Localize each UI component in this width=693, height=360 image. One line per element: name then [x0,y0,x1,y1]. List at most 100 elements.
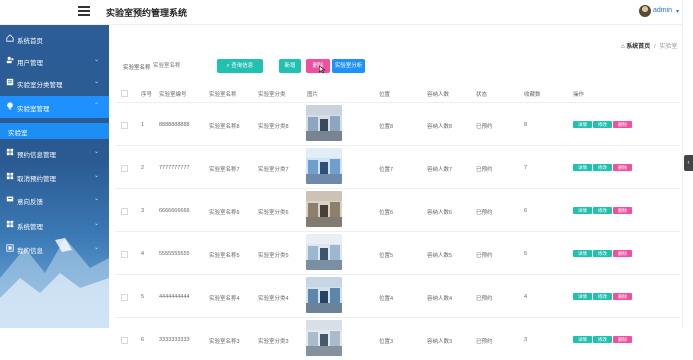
select-all-checkbox[interactable] [121,90,128,97]
cell-location: 位置5 [379,253,394,259]
breadcrumb-separator: / [653,44,656,50]
cell-index: 4 [141,251,145,257]
chevron-up-icon: ⌃ [94,103,100,109]
edit-button[interactable]: 修改 [593,250,612,257]
cell-status: 已预约 [476,124,493,130]
cell-category: 实验室分类3 [258,339,289,345]
side-panel-toggle[interactable]: ‹ [684,155,693,171]
row-checkbox[interactable] [121,251,128,258]
sidebar: 系统首页 用户管理 ⌄ 实验室分类管理 ⌄ 实验室管理 ⌃ 实验室 预约信息管理… [0,25,109,328]
cell-name: 实验室名称7 [209,167,240,173]
sidebar-item-label: 系统首页 [17,38,43,45]
column-header: 容纳人数 [427,92,450,98]
sidebar-item-label: 用户管理 [17,60,43,67]
cell-name: 实验室名称6 [209,210,240,216]
chevron-down-icon: ⌄ [94,57,100,63]
cell-code: 3333333333 [159,337,190,343]
sidebar-subitem-lab[interactable]: 实验室 [0,123,109,139]
add-button[interactable]: 新增 [279,59,301,73]
detail-button[interactable]: 详情 [573,121,592,128]
detail-button[interactable]: 详情 [573,164,592,171]
breadcrumb-current: 实验室 [659,44,678,50]
row-delete-button[interactable]: 删除 [613,121,632,128]
row-checkbox[interactable] [121,122,128,129]
cell-location: 位置7 [379,167,394,173]
detail-button[interactable]: 详情 [573,207,592,214]
cell-code: 7777777777 [159,165,190,171]
menu-toggle-icon[interactable] [78,6,90,16]
sidebar-item-users[interactable]: 用户管理 ⌄ [0,50,109,72]
row-checkbox[interactable] [121,208,128,215]
sidebar-item-home[interactable]: 系统首页 [0,28,109,50]
chevron-down-icon: ⌄ [94,79,100,85]
sidebar-item-system[interactable]: 系统管理 ⌄ [0,214,109,236]
cell-index: 2 [141,165,145,171]
column-header: 序号 [141,92,153,98]
row-checkbox[interactable] [121,165,128,172]
cell-capacity: 容纳人数6 [427,210,453,216]
cell-favorites: 7 [524,165,528,171]
cell-favorites: 3 [524,337,528,343]
chevron-down-icon[interactable]: ▾ [676,8,679,15]
row-delete-button[interactable]: 删除 [613,207,632,214]
cell-name: 实验室名称8 [209,124,240,130]
search-icon: ⌕ [226,63,230,69]
detail-button[interactable]: 详情 [573,293,592,300]
lab-photo [306,191,342,227]
sidebar-item-lab-category[interactable]: 实验室分类管理 ⌄ [0,72,109,94]
edit-button[interactable]: 修改 [593,207,612,214]
detail-button[interactable]: 详情 [573,336,592,343]
row-delete-button[interactable]: 删除 [613,336,632,343]
row-delete-button[interactable]: 删除 [613,293,632,300]
avatar[interactable] [639,5,651,17]
sidebar-item-label: 我的信息 [17,248,43,255]
cell-code: 5555555555 [159,251,190,257]
search-label: 实验室名称 [123,65,151,71]
sidebar-item-label: 实验室管理 [17,106,50,113]
row-checkbox[interactable] [121,337,128,344]
cell-favorites: 8 [524,122,528,128]
search-button[interactable]: ⌕ 查询信息 [217,59,263,73]
system-title: 实验室预约管理系统 [106,8,188,18]
cell-status: 已预约 [476,167,493,173]
user-name[interactable]: admin [653,7,672,14]
search-input[interactable] [153,59,207,73]
top-bar: 实验室预约管理系统 admin ▾ [0,0,693,25]
column-header: 实验室编号 [159,92,187,98]
sidebar-item-cancellations[interactable]: 取消预约管理 ⌄ [0,166,109,188]
cell-status: 已预约 [476,210,493,216]
sidebar-item-profile[interactable]: 我的信息 ⌄ [0,238,109,260]
column-header: 实验室分类 [258,92,286,98]
chevron-down-icon: ⌄ [94,173,100,179]
chevron-down-icon: ⌄ [94,196,100,202]
grid-icon [6,220,14,228]
sidebar-item-reservations[interactable]: 预约信息管理 ⌄ [0,142,109,164]
feedback-icon [6,196,14,202]
sidebar-item-feedback[interactable]: 意向反馈 ⌄ [0,189,109,211]
cell-capacity: 容纳人数4 [427,296,453,302]
stats-button[interactable]: 实验室分析 [332,59,365,73]
row-delete-button[interactable]: 删除 [613,250,632,257]
cell-status: 已预约 [476,296,493,302]
chevron-down-icon: ⌄ [94,149,100,155]
cell-category: 实验室分类4 [258,296,289,302]
cell-capacity: 容纳人数8 [427,124,453,130]
edit-button[interactable]: 修改 [593,293,612,300]
detail-button[interactable]: 详情 [573,250,592,257]
profile-icon [6,244,14,252]
row-checkbox[interactable] [121,294,128,301]
mouse-pointer-icon [319,65,326,74]
edit-button[interactable]: 修改 [593,336,612,343]
sidebar-item-label: 实验室分类管理 [17,82,63,89]
users-icon [6,56,14,64]
cell-name: 实验室名称4 [209,296,240,302]
grid-icon [6,172,14,180]
breadcrumb-home[interactable]: 系统首页 [626,44,650,50]
cell-name: 实验室名称3 [209,339,240,345]
cell-location: 位置8 [379,124,394,130]
row-delete-button[interactable]: 删除 [613,164,632,171]
edit-button[interactable]: 修改 [593,121,612,128]
sidebar-item-lab-management[interactable]: 实验室管理 ⌃ [0,96,109,118]
cell-capacity: 容纳人数7 [427,167,453,173]
edit-button[interactable]: 修改 [593,164,612,171]
